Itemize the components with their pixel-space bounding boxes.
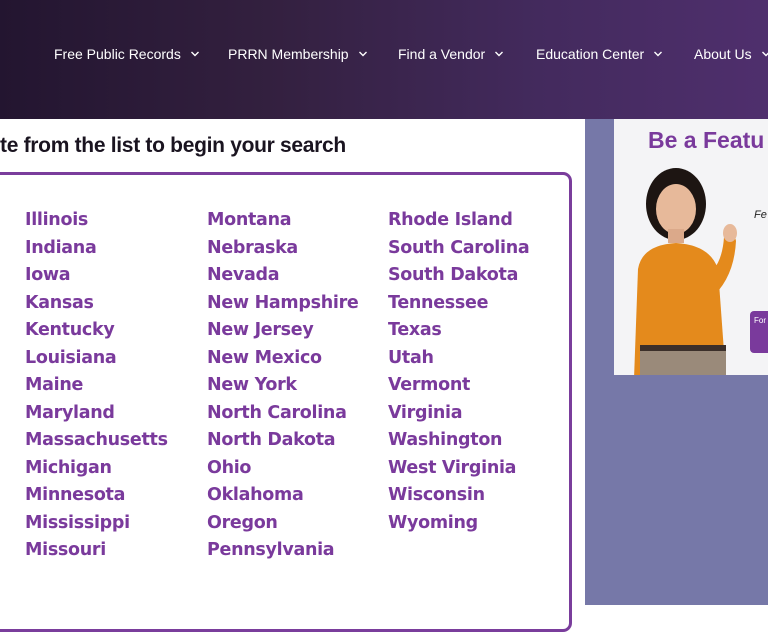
state-link[interactable]: Louisiana bbox=[25, 345, 168, 373]
state-link[interactable]: North Carolina bbox=[207, 400, 358, 428]
nav-label: PRRN Membership bbox=[228, 46, 349, 62]
state-link[interactable]: Wisconsin bbox=[388, 482, 529, 510]
state-link[interactable]: Tennessee bbox=[388, 290, 529, 318]
state-link[interactable]: Oregon bbox=[207, 510, 358, 538]
nav-prrn-membership[interactable]: PRRN Membership bbox=[228, 44, 368, 64]
state-link[interactable]: New Hampshire bbox=[207, 290, 359, 318]
state-column-3: Rhode Island South Carolina South Dakota Te… bbox=[388, 207, 530, 538]
chevron-down-icon bbox=[494, 49, 504, 59]
state-link[interactable]: Pennsylvania bbox=[207, 537, 358, 565]
nav-label: Free Public Records bbox=[54, 46, 181, 62]
state-link[interactable]: Kentucky bbox=[25, 317, 168, 345]
state-link[interactable]: Texas bbox=[388, 317, 529, 345]
nav-label: About Us bbox=[694, 46, 752, 62]
state-link[interactable]: Missouri bbox=[25, 537, 168, 565]
state-link[interactable]: Minnesota bbox=[25, 482, 168, 510]
ad-text: Fe se of bbox=[754, 209, 768, 221]
state-link[interactable]: Washington bbox=[388, 427, 529, 455]
state-link[interactable]: Oklahoma bbox=[207, 482, 358, 510]
state-link[interactable]: Montana bbox=[207, 207, 358, 235]
state-link[interactable]: North Dakota bbox=[207, 427, 358, 455]
chevron-down-icon bbox=[761, 49, 768, 59]
nav-education-center[interactable]: Education Center bbox=[536, 44, 663, 64]
ad-cta-button[interactable]: For spo bbox=[750, 311, 768, 353]
state-link[interactable]: Virginia bbox=[388, 400, 529, 428]
nav-free-public-records[interactable]: Free Public Records bbox=[54, 44, 200, 64]
nav-label: Find a Vendor bbox=[398, 46, 486, 62]
state-link[interactable]: West Virginia bbox=[388, 455, 529, 483]
state-link[interactable]: New York bbox=[207, 372, 358, 400]
state-link[interactable]: Utah bbox=[388, 345, 529, 373]
state-link[interactable]: Michigan bbox=[25, 455, 168, 483]
state-link[interactable]: Rhode Island bbox=[388, 207, 529, 235]
ad-title: Be a Featu bbox=[648, 127, 765, 153]
state-link[interactable]: South Dakota bbox=[388, 262, 529, 290]
state-link[interactable]: Ohio bbox=[207, 455, 358, 483]
state-link[interactable]: Iowa bbox=[25, 262, 168, 290]
featured-ad-banner[interactable]: Be a Featu Fe se of For spo bbox=[614, 119, 768, 375]
nav-about-us[interactable]: About Us bbox=[694, 44, 768, 64]
state-link[interactable]: New Mexico bbox=[207, 345, 358, 373]
state-link[interactable]: Kansas bbox=[25, 290, 168, 318]
state-link[interactable]: Nebraska bbox=[207, 235, 358, 263]
state-link[interactable]: Nevada bbox=[207, 262, 358, 290]
chevron-down-icon bbox=[190, 49, 200, 59]
nav-label: Education Center bbox=[536, 46, 645, 62]
state-column-1: Illinois Indiana Iowa Kansas Kentucky Louisia… bbox=[25, 207, 168, 565]
state-link[interactable]: Massachusetts bbox=[25, 427, 168, 455]
state-link[interactable]: Mississippi bbox=[25, 510, 168, 538]
state-column-2: Montana Nebraska Nevada New Hampshire New Je… bbox=[207, 207, 359, 565]
state-link[interactable]: Indiana bbox=[25, 235, 168, 263]
chevron-down-icon bbox=[358, 49, 368, 59]
page-heading: te from the list to begin your search bbox=[0, 134, 346, 157]
ad-person-image bbox=[634, 168, 737, 375]
state-link[interactable]: Vermont bbox=[388, 372, 529, 400]
chevron-down-icon bbox=[653, 49, 663, 59]
state-link[interactable]: South Carolina bbox=[388, 235, 530, 263]
state-link[interactable]: Maryland bbox=[25, 400, 168, 428]
state-link[interactable]: Illinois bbox=[25, 207, 168, 235]
state-link[interactable]: Maine bbox=[25, 372, 168, 400]
state-link[interactable]: Wyoming bbox=[388, 510, 529, 538]
nav-find-a-vendor[interactable]: Find a Vendor bbox=[398, 44, 504, 64]
state-link[interactable]: New Jersey bbox=[207, 317, 358, 345]
site-header: Free Public Records PRRN Membership Find… bbox=[0, 0, 768, 119]
